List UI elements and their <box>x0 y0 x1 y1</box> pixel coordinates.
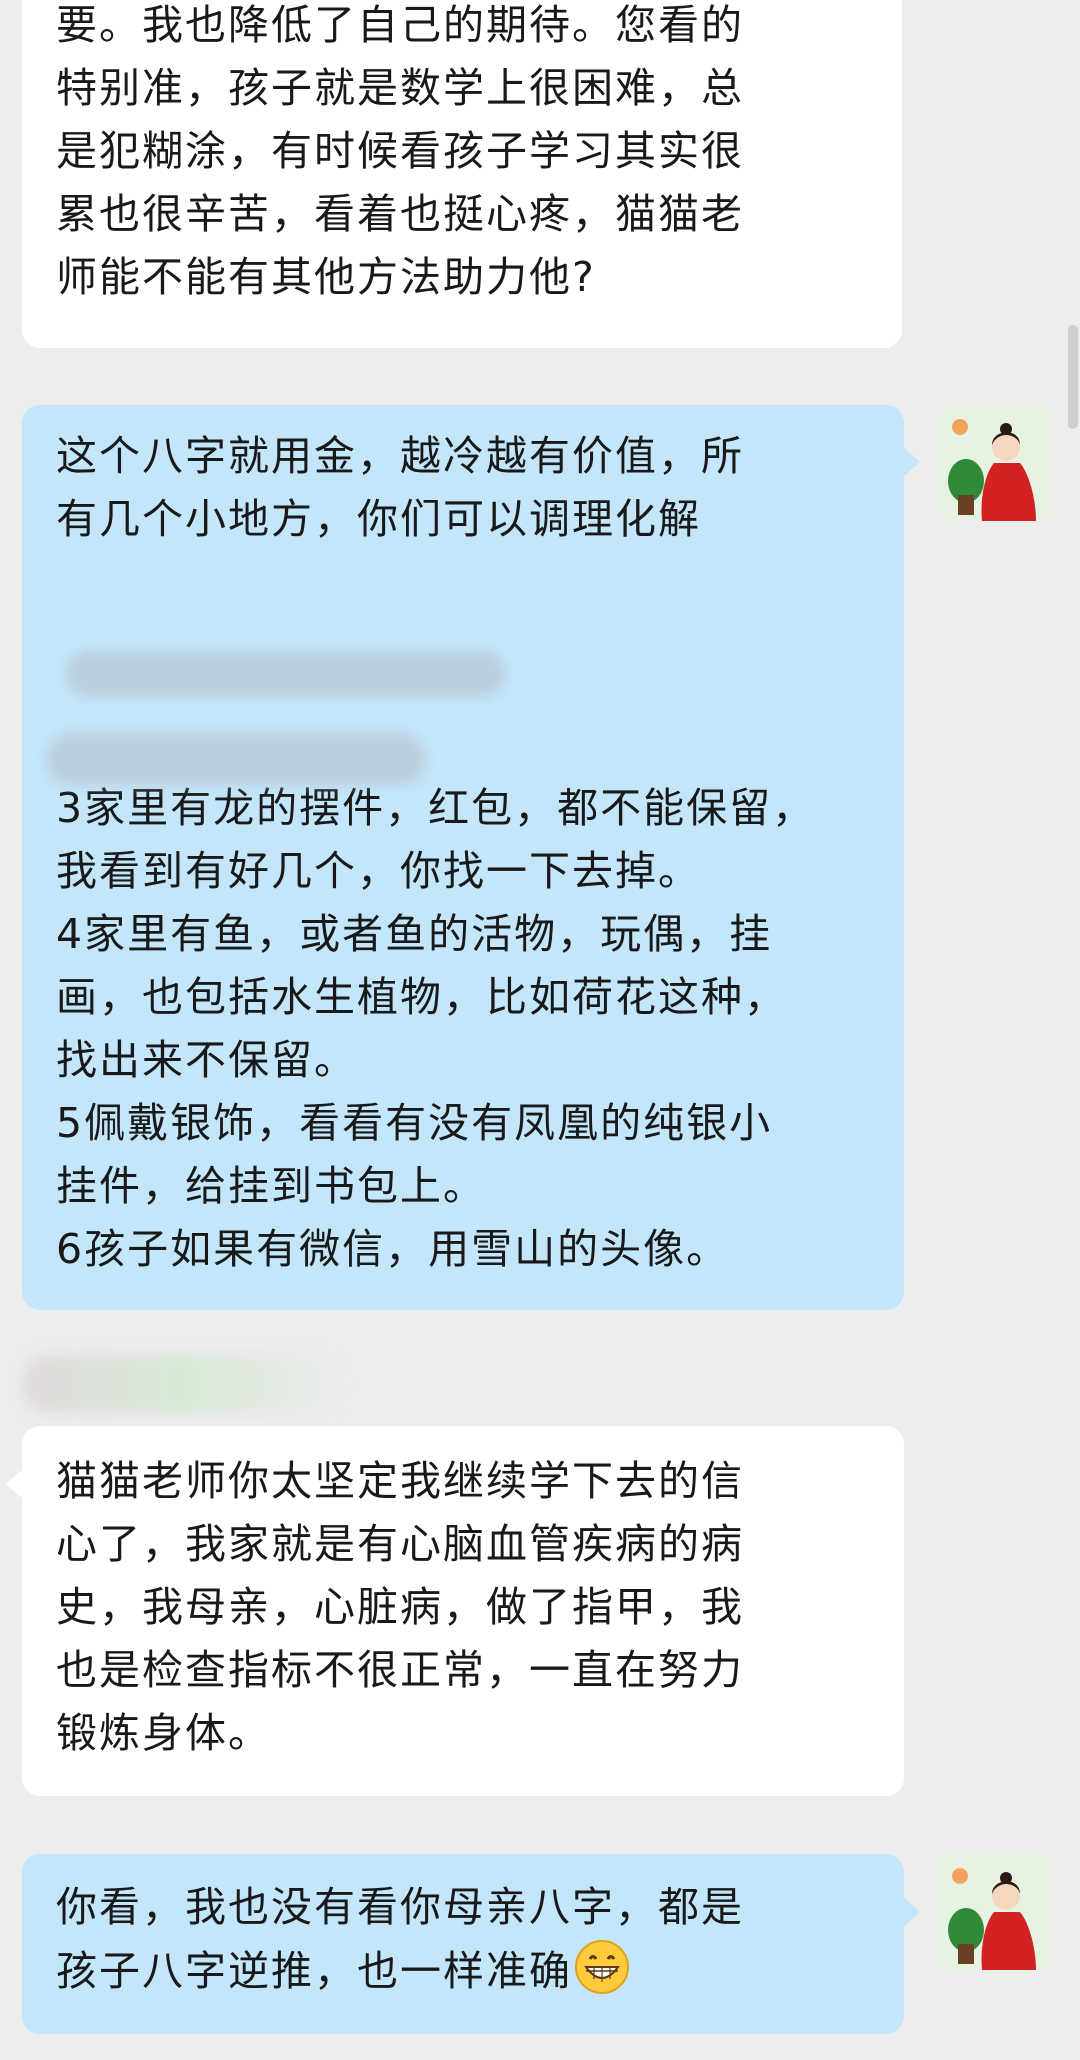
message-text-line: 你看，我也没有看你母亲八字，都是 <box>56 1883 744 1931</box>
message-text-line: 有几个小地方，你们可以调理化解 <box>56 495 701 543</box>
message-text-line: 3家里有龙的摆件，红包，都不能保留， <box>56 784 816 832</box>
message-text-line: 猫猫老师你太坚定我继续学下去的信 <box>56 1457 744 1505</box>
message-bubble-incoming[interactable]: 猫猫老师你太坚定我继续学下去的信 心了，我家就是有心脑血管疾病的病 史，我母亲，… <box>22 1426 904 1796</box>
redacted-sender-name <box>22 1355 342 1413</box>
message-text-line: 我看到有好几个，你找一下去掉。 <box>56 847 701 895</box>
message-text: 孩子八字逆推，也一样准确 <box>56 1947 572 1995</box>
bubble-tail <box>904 448 920 476</box>
message-text-line: 师能不能有其他方法助力他? <box>56 253 596 301</box>
message-text-line: 也是检查指标不很正常，一直在努力 <box>56 1646 744 1694</box>
message-text-line: 心了，我家就是有心脑血管疾病的病 <box>56 1520 744 1568</box>
message-text-line: 孩子八字逆推，也一样准确 <box>56 1939 870 2003</box>
message-text-line: 是犯糊涂，有时候看孩子学习其实很 <box>56 127 744 175</box>
bubble-tail <box>904 1898 920 1926</box>
message-text-line: 4家里有鱼，或者鱼的活物，玩偶，挂 <box>56 910 773 958</box>
message-text-line: 特别准，孩子就是数学上很困难，总 <box>56 64 744 112</box>
redaction-blur <box>46 733 426 785</box>
message-text-line: 要。我也降低了自己的期待。您看的 <box>56 1 744 49</box>
message-text-line: 画，也包括水生植物，比如荷花这种， <box>56 973 787 1021</box>
teacher-avatar-icon[interactable] <box>936 405 1052 521</box>
redaction-blur <box>66 651 506 697</box>
message-text-line: 挂件，给挂到书包上。 <box>56 1162 486 1210</box>
message-text-line: 找出来不保留。 <box>56 1036 357 1084</box>
bubble-tail <box>6 1470 22 1498</box>
message-bubble-incoming[interactable]: 要。我也降低了自己的期待。您看的 特别准，孩子就是数学上很困难，总 是犯糊涂，有… <box>22 0 902 348</box>
message-text-line: 锻炼身体。 <box>56 1709 271 1757</box>
scrollbar[interactable] <box>1068 325 1078 429</box>
teacher-avatar-icon[interactable] <box>936 1854 1052 1970</box>
message-text-line: 累也很辛苦，看着也挺心疼，猫猫老 <box>56 190 744 238</box>
message-text-line: 这个八字就用金，越冷越有价值，所 <box>56 432 744 480</box>
message-text-line: 6孩子如果有微信，用雪山的头像。 <box>56 1225 730 1273</box>
grinning-face-icon <box>575 1940 629 1994</box>
message-bubble-outgoing[interactable]: 这个八字就用金，越冷越有价值，所 有几个小地方，你们可以调理化解 3家里有龙的摆… <box>22 405 904 1310</box>
redacted-area <box>46 551 870 785</box>
message-text-line: 5佩戴银饰，看看有没有凤凰的纯银小 <box>56 1099 773 1147</box>
message-text-line: 史，我母亲，心脏病，做了指甲，我 <box>56 1583 744 1631</box>
message-bubble-outgoing[interactable]: 你看，我也没有看你母亲八字，都是 孩子八字逆推，也一样准确 <box>22 1854 904 2034</box>
